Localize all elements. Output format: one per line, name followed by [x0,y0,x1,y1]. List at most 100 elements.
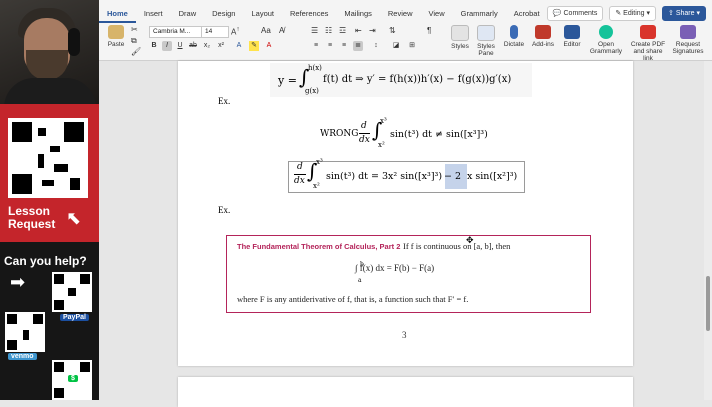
dictate-label: Dictate [503,41,525,48]
wrong-dx: dx [359,135,370,145]
next-document-page[interactable] [178,377,633,407]
align-left-button[interactable]: ≡ [311,41,321,51]
multilevel-list-icon[interactable]: ☲ [339,26,346,35]
example-label-2: Ex. [218,205,231,215]
tab-acrobat[interactable]: Acrobat [506,7,548,21]
example-label-1: Ex. [218,96,231,106]
editor-label: Editor [563,41,581,48]
highlight-button[interactable]: ✎ [249,41,259,51]
styles-pane-label: Styles Pane [477,43,495,57]
tab-grammarly[interactable]: Grammarly [453,7,506,21]
signature-icon [680,25,696,39]
tab-layout[interactable]: Layout [243,7,282,21]
copy-icon[interactable]: ⧉ [131,36,137,46]
wrong-fraction-bar [359,133,370,134]
eq3-upper-limit: x³ [316,158,323,166]
change-case-icon[interactable]: Aa [261,26,271,35]
microphone-icon [510,25,518,39]
cashapp-label: $ [68,375,78,382]
font-size-select[interactable]: 14 [201,26,229,38]
superscript-button[interactable]: x² [216,41,226,51]
wrong-upper-limit: x³ [380,117,387,125]
vertical-scrollbar[interactable] [704,61,712,400]
styles-label: Styles [451,43,469,50]
create-pdf-button[interactable]: Create PDF and share link [629,25,667,62]
eq3-right: x sin([x²]³) [467,171,518,182]
can-you-help-text: Can you help? [4,254,87,268]
word-ribbon: Home Insert Draw Design Layout References Mail… [99,0,712,62]
tab-references[interactable]: References [282,7,336,21]
arrow-up-left-icon: ⬉ [66,208,82,228]
wrong-d: d [361,121,367,131]
wrong-label: WRONG [320,129,359,139]
comments-label: Comments [563,10,598,17]
clear-formatting-icon[interactable]: A̸ [279,26,284,35]
tab-view[interactable]: View [420,7,452,21]
tab-home[interactable]: Home [99,7,136,23]
styles-icon [451,25,469,41]
webcam-beard [26,50,68,80]
mouse-cursor-icon: ✥ [466,235,474,245]
eq1-lower-limit: g(x) [305,87,319,95]
font-color-button[interactable]: A [264,41,274,51]
request-signatures-button[interactable]: Request Signatures [671,25,705,55]
theorem-title: The Fundamental Theorem of Calculus, Par… [237,242,401,251]
line-spacing-button[interactable]: ↕ [371,41,381,51]
underline-button[interactable]: U [175,41,185,51]
share-button[interactable]: ⇪ Share ▾ [662,6,706,21]
comments-button[interactable]: 💬 Comments [546,6,604,21]
editing-mode-button[interactable]: ✎ Editing ▾ [609,6,657,21]
font-name-select[interactable]: Cambria M... [149,26,203,38]
open-grammarly-button[interactable]: Open Grammarly [589,25,623,55]
align-center-button[interactable]: ≡ [325,41,335,51]
venmo-label: venmo [8,353,37,360]
shading-button[interactable]: ◪ [391,41,401,51]
strikethrough-button[interactable]: ab [188,41,198,51]
dictate-button[interactable]: Dictate [502,25,526,48]
format-painter-icon[interactable]: 🖌 [131,47,141,56]
editor-button[interactable]: Editor [561,25,583,48]
paypal-qr-code [52,272,92,312]
document-canvas[interactable]: y = ∫ h(x) g(x) f(t) dt ⇒ y′ = f(h(x))h′… [99,61,712,407]
styles-button[interactable]: Styles [449,25,471,50]
wrong-body: sin(t³) dt ≠ sin([x³]³) [390,129,488,140]
increase-indent-icon[interactable]: ⇥ [369,26,376,35]
tab-design[interactable]: Design [204,7,243,21]
eq1-body: f(t) dt ⇒ y′ = f(h(x))h′(x) − f(g(x))g′(… [323,74,512,85]
cut-icon[interactable]: ✂ [131,25,138,34]
tab-mailings[interactable]: Mailings [336,7,380,21]
editor-pen-icon [564,25,580,39]
lesson-request-text: Lesson Request [8,204,56,231]
numbering-icon[interactable]: ☷ [325,26,332,35]
eq1-upper-limit: h(x) [308,64,322,72]
tab-draw[interactable]: Draw [171,7,205,21]
bullets-icon[interactable]: ☰ [311,26,318,35]
borders-button[interactable]: ⊞ [407,41,417,51]
lesson-qr-code [8,118,88,198]
scrollbar-thumb[interactable] [706,276,710,331]
eq3-lower-limit: x² [313,182,320,190]
bold-button[interactable]: B [149,41,159,51]
paste-button[interactable]: Paste [105,25,127,48]
eq3-fraction-bar [294,174,306,175]
styles-pane-button[interactable]: Styles Pane [473,25,499,57]
sort-icon[interactable]: ⇅ [389,26,396,35]
paragraph-mark-icon[interactable]: ¶ [427,26,431,35]
align-right-button[interactable]: ≡ [339,41,349,51]
addins-icon [535,25,551,39]
grow-font-icon[interactable]: A↑ [231,26,240,37]
italic-button[interactable]: I [162,41,172,51]
tab-insert[interactable]: Insert [136,7,171,21]
signatures-label: Request Signatures [672,41,704,55]
theorem-equation: ∫ f(x) dx = F(b) − F(a) [355,263,435,273]
headset-icon [68,28,80,56]
addins-button[interactable]: Add-ins [531,25,555,48]
tab-review[interactable]: Review [380,7,421,21]
justify-button[interactable]: ≣ [353,41,363,51]
subscript-button[interactable]: x₂ [202,41,212,51]
decrease-indent-icon[interactable]: ⇤ [355,26,362,35]
ribbon-tabs: Home Insert Draw Design Layout References Mail… [99,7,593,23]
venmo-qr-code [5,312,45,352]
document-page[interactable]: y = ∫ h(x) g(x) f(t) dt ⇒ y′ = f(h(x))h′… [178,61,633,366]
text-effects-button[interactable]: A [234,41,244,51]
